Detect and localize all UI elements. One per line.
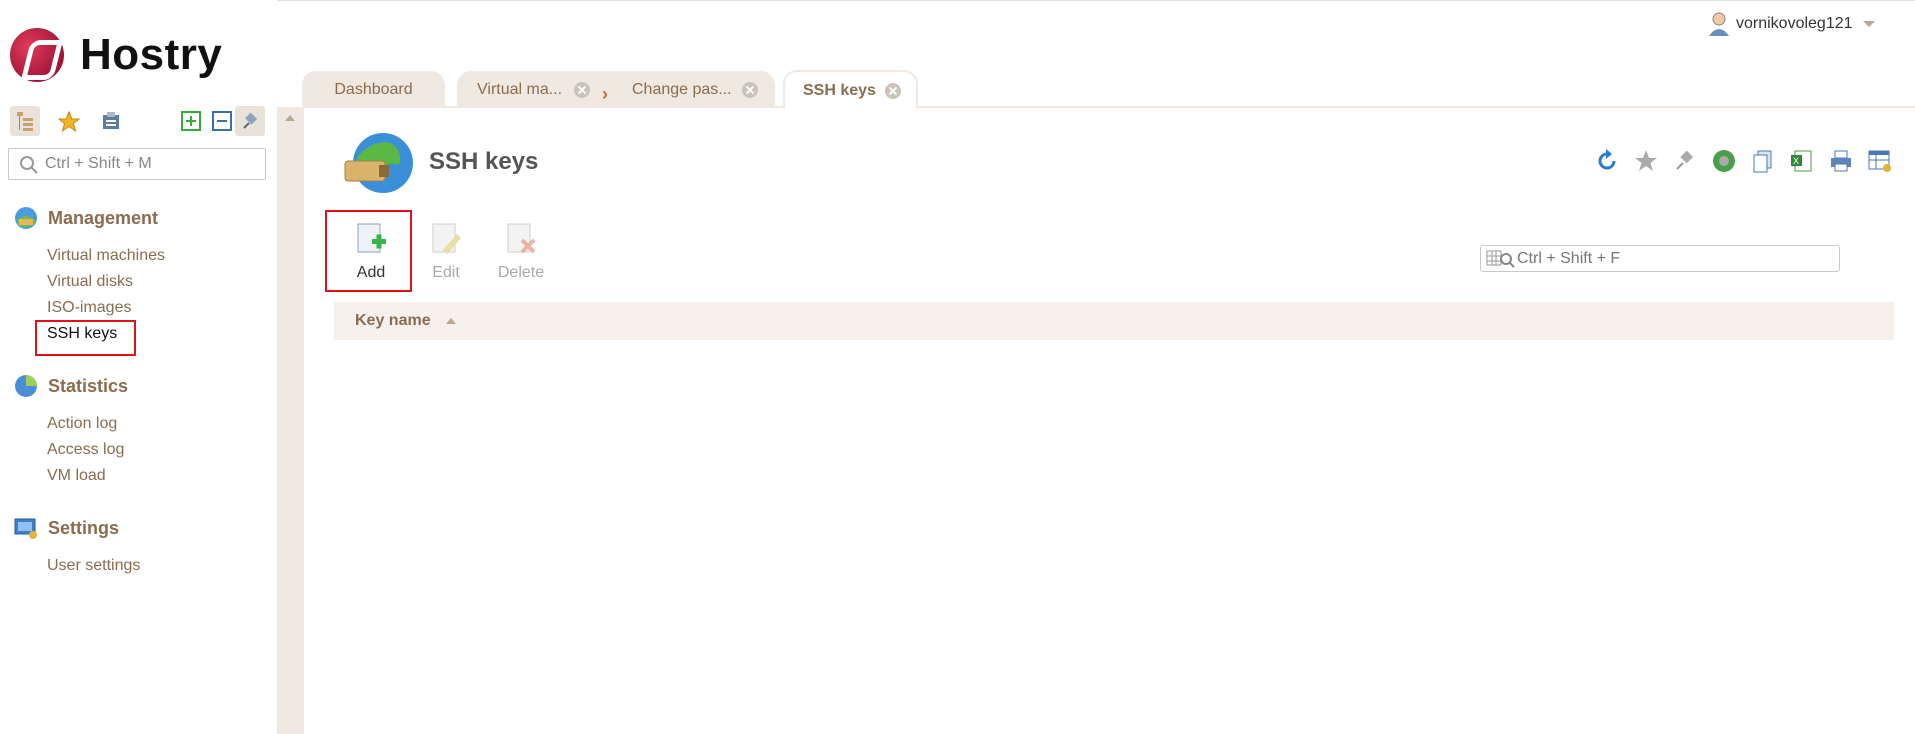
add-button-highlight [325,210,412,292]
sidebar-search-input[interactable] [45,154,255,174]
tab-ssh-keys[interactable]: SSH keys [783,70,918,108]
group-header-statistics[interactable]: Statistics [14,373,128,399]
group-header-management[interactable]: Management [14,205,165,231]
svg-text:X: X [1793,156,1799,166]
clipboard-icon[interactable] [96,106,126,136]
grid-search-input[interactable] [1517,249,1832,269]
print-icon[interactable] [1828,148,1854,174]
close-tab-virtual-machines-icon[interactable] [574,82,590,98]
delete-document-icon [502,222,540,260]
tab-group-virtual-machines: Virtual ma... Change pas... [457,71,775,108]
close-tab-change-password-icon[interactable] [742,82,758,98]
pin-sidebar-icon[interactable] [235,106,265,136]
edit-button[interactable]: Edit [406,212,486,282]
group-settings: Settings User settings [14,515,140,579]
pin-icon[interactable] [1672,148,1698,174]
user-avatar-icon [1709,12,1729,36]
logo-mark-icon [10,27,64,82]
scroll-up-arrow-icon[interactable] [285,115,295,121]
user-name: vornikovoleg121 [1736,15,1853,32]
table-header: Key name [334,302,1894,340]
breadcrumb-chevron-icon: › [602,84,608,104]
group-header-settings[interactable]: Settings [14,515,140,541]
search-icon [20,156,38,174]
column-header-key-name[interactable]: Key name [355,312,431,330]
management-globe-icon [15,207,37,229]
table-settings-icon[interactable] [1867,148,1893,174]
brand-name: Hostry [80,29,223,79]
copy-icon[interactable] [1750,148,1776,174]
favorites-star-icon[interactable] [53,106,83,136]
close-tab-ssh-keys-icon[interactable] [885,83,901,99]
refresh-icon[interactable] [1594,148,1620,174]
group-statistics: Statistics Action log Access log VM load [14,373,128,489]
user-menu[interactable]: vornikovoleg121 [1708,12,1875,36]
sidebar: Hostry Management Virtual mach [0,0,277,734]
tab-change-password[interactable]: Change pas... [632,71,732,108]
sidebar-scroll-strip[interactable] [277,107,304,734]
tree-view-icon[interactable] [10,106,40,136]
sidebar-item-vm-load[interactable]: VM load [47,463,128,489]
expand-all-icon[interactable] [176,106,206,136]
grid-search[interactable] [1480,245,1840,272]
sidebar-item-virtual-machines[interactable]: Virtual machines [47,243,165,269]
sidebar-item-action-log[interactable]: Action log [47,411,128,437]
sort-ascending-icon[interactable] [446,318,456,324]
brand-logo[interactable]: Hostry [10,27,222,82]
sidebar-item-virtual-disks[interactable]: Virtual disks [47,269,165,295]
sidebar-item-access-log[interactable]: Access log [47,437,128,463]
ssh-keys-globe-icon [344,133,413,193]
page-title: SSH keys [429,148,539,175]
sidebar-search[interactable] [8,148,266,180]
collapse-all-icon[interactable] [207,106,237,136]
favorite-star-icon[interactable] [1633,148,1659,174]
settings-monitor-icon [14,518,37,539]
delete-button[interactable]: Delete [481,212,561,282]
top-border [0,0,1915,1]
excel-export-icon[interactable]: X [1789,148,1815,174]
chevron-down-icon [1862,21,1875,27]
edit-document-icon [427,222,465,260]
grid-search-icon [1486,250,1515,268]
sidebar-item-iso-images[interactable]: ISO-images [47,295,165,321]
selected-item-highlight [35,320,136,356]
globe-settings-icon[interactable] [1711,148,1737,174]
tab-virtual-machines[interactable]: Virtual ma... [477,71,562,108]
tab-dashboard[interactable]: Dashboard [302,71,445,108]
statistics-pie-icon [15,375,37,397]
sidebar-item-user-settings[interactable]: User settings [47,553,140,579]
sidebar-toolbar [10,106,265,136]
